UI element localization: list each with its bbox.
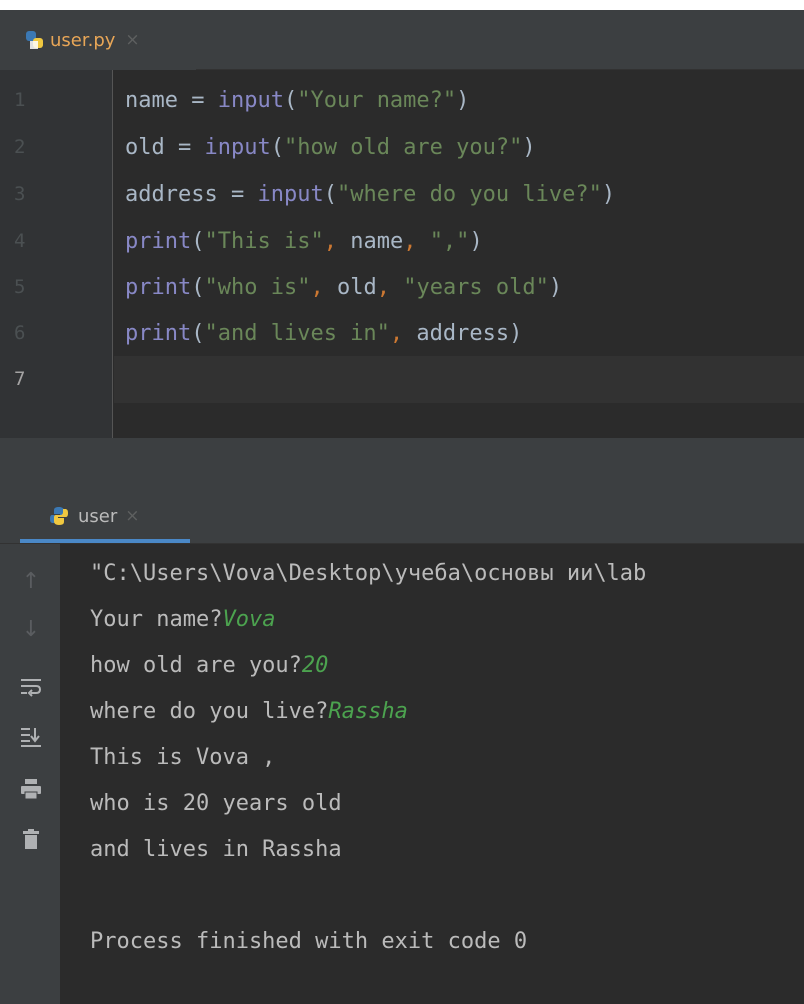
- code-line-5: print("who is", old, "years old"): [125, 275, 563, 300]
- run-tab-bar: user ×: [0, 488, 804, 544]
- soft-wrap-icon[interactable]: [16, 672, 46, 702]
- user-input-text: Vova: [222, 607, 276, 632]
- console-output-line: This is Vova ,: [90, 745, 276, 770]
- line-number: 3: [14, 183, 26, 205]
- line-number: 1: [14, 89, 26, 111]
- user-input-text: Rassha: [328, 699, 408, 724]
- ide-window: user.py × 1 2 3 4 5 6 7 name = input("Yo…: [0, 0, 804, 1004]
- code-line-2: old = input("how old are you?"): [125, 135, 536, 160]
- console-prompt-line: where do you live?Rassha: [90, 689, 408, 735]
- print-glyph: [21, 779, 41, 800]
- print-icon[interactable]: [16, 774, 46, 804]
- soft-wrap-glyph: [21, 679, 42, 697]
- code-line-4: print("This is", name, ","): [125, 229, 483, 254]
- run-tab-label: user: [78, 505, 118, 527]
- python-icon: [50, 507, 68, 525]
- console-command-line: "C:\Users\Vova\Desktop\учеба\основы ии\l…: [90, 561, 647, 586]
- arrow-up-icon[interactable]: ↑: [16, 566, 46, 596]
- console-exit-line: Process finished with exit code 0: [90, 929, 528, 954]
- code-line-3: address = input("where do you live?"): [125, 182, 616, 207]
- python-file-icon: [26, 31, 43, 49]
- run-toolbar: ↑ ↓: [0, 544, 60, 1004]
- line-number: 2: [14, 136, 26, 158]
- tab-user-py[interactable]: user.py ×: [0, 10, 196, 70]
- prompt-text: how old are you?: [90, 653, 302, 678]
- prompt-text: Your name?: [90, 607, 223, 632]
- editor-bottom-bar: [0, 438, 804, 488]
- line-number: 5: [14, 276, 26, 298]
- current-line-highlight: [114, 356, 804, 403]
- console-prompt-line: how old are you?20: [90, 643, 328, 689]
- run-console: ↑ ↓ "C:\Users\Vova\Desktop\учеба\основы …: [0, 544, 804, 1004]
- line-number-current: 7: [14, 368, 26, 390]
- code-line-6: print("and lives in", address): [125, 321, 523, 346]
- close-icon[interactable]: ×: [125, 30, 139, 50]
- close-icon[interactable]: ×: [125, 506, 139, 526]
- code-editor[interactable]: 1 2 3 4 5 6 7 name = input("Your name?")…: [0, 70, 804, 438]
- trash-glyph: [23, 829, 39, 849]
- tab-run-user[interactable]: user ×: [48, 488, 188, 544]
- arrow-down-icon[interactable]: ↓: [16, 614, 46, 644]
- line-number: 4: [14, 230, 26, 252]
- line-number: 6: [14, 322, 26, 344]
- line-number-gutter: 1 2 3 4 5 6 7: [0, 70, 113, 438]
- editor-tab-bar: user.py ×: [0, 10, 804, 70]
- active-tab-indicator: [20, 539, 190, 543]
- prompt-text: where do you live?: [90, 699, 329, 724]
- code-line-1: name = input("Your name?"): [125, 88, 470, 113]
- console-output-line: who is 20 years old: [90, 791, 342, 816]
- trash-icon[interactable]: [16, 824, 46, 854]
- scroll-to-end-glyph: [21, 728, 41, 747]
- tab-label: user.py: [50, 29, 116, 51]
- console-prompt-line: Your name?Vova: [90, 597, 275, 643]
- console-output-line: and lives in Rassha: [90, 837, 342, 862]
- scroll-to-end-icon[interactable]: [16, 722, 46, 752]
- user-input-text: 20: [301, 653, 329, 678]
- window-top-edge: [0, 0, 804, 10]
